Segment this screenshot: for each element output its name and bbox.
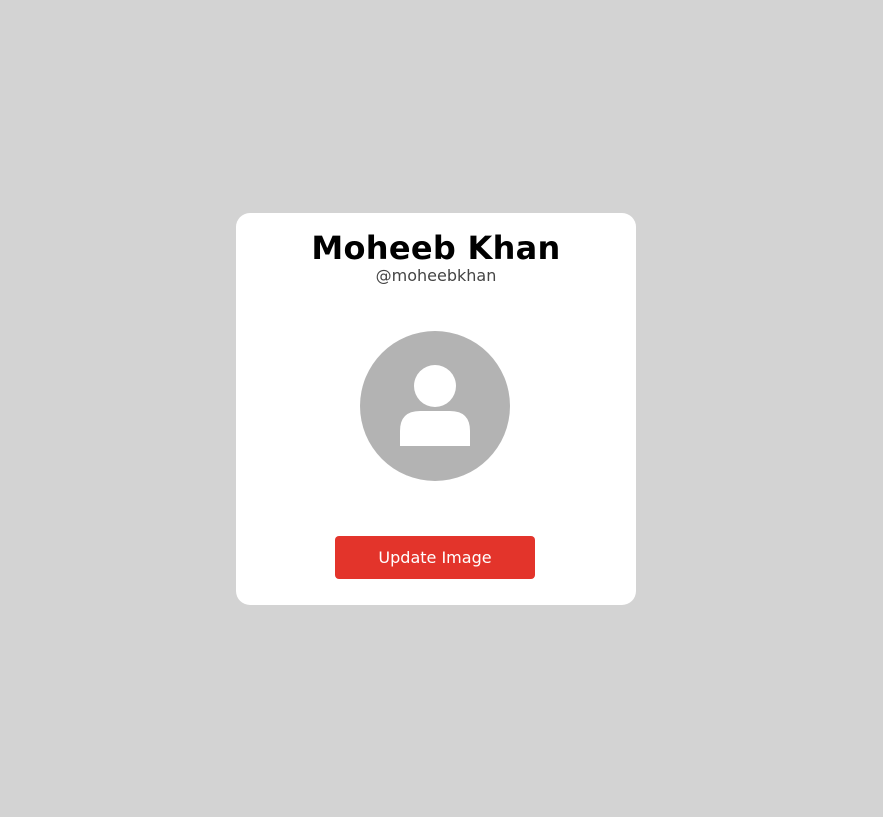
- update-image-button[interactable]: Update Image: [335, 536, 535, 579]
- page: Moheeb Khan @moheebkhan Update Image: [0, 0, 883, 817]
- profile-username: @moheebkhan: [375, 266, 497, 285]
- profile-name: Moheeb Khan: [311, 229, 561, 267]
- profile-card: Moheeb Khan @moheebkhan Update Image: [236, 213, 636, 605]
- avatar: [360, 331, 510, 481]
- user-placeholder-icon: [400, 365, 470, 446]
